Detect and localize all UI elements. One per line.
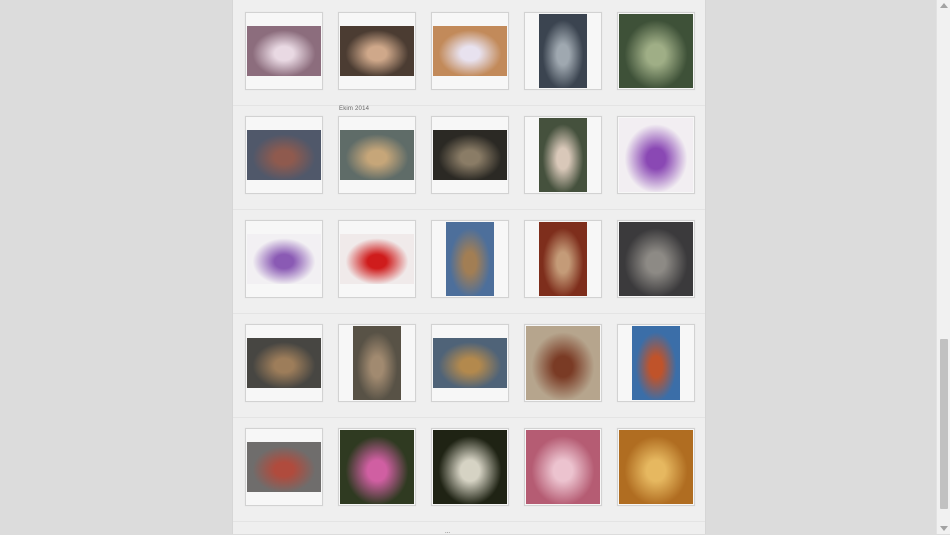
photo-thumbnail[interactable]: [524, 428, 602, 506]
pink-tulip-photo: [340, 430, 414, 504]
street-cars-photo: [247, 130, 321, 180]
row-divider: [233, 417, 705, 418]
woman-red-doorway-photo: [539, 222, 587, 296]
photo-thumbnail[interactable]: [617, 12, 695, 90]
blue-doorway-photo: [446, 222, 494, 296]
photo-thumbnail[interactable]: [245, 428, 323, 506]
photo-thumbnail[interactable]: [338, 220, 416, 298]
scroll-down-arrow-icon[interactable]: [940, 526, 948, 531]
photo-thumbnail[interactable]: [524, 116, 602, 194]
photo-thumbnail[interactable]: [338, 12, 416, 90]
baby-sleeping-photo: [247, 26, 321, 76]
purple-ribbon-photo: [619, 118, 693, 192]
photo-thumbnail[interactable]: [431, 428, 509, 506]
photo-thumbnail[interactable]: [617, 428, 695, 506]
photo-thumbnail[interactable]: [431, 220, 509, 298]
footer-text: ...: [445, 529, 451, 535]
gallery-page: Ekim 2014 ...: [232, 0, 706, 535]
old-woman-headscarf-photo: [539, 118, 587, 192]
photo-thumbnail[interactable]: [524, 220, 602, 298]
scroll-up-arrow-icon[interactable]: [940, 3, 948, 8]
vertical-scrollbar[interactable]: [936, 0, 950, 534]
ottoman-house-photo: [433, 338, 507, 388]
photo-thumbnail[interactable]: [245, 324, 323, 402]
blue-wall-door-photo: [632, 326, 680, 400]
street-buildings-photo: [539, 14, 587, 88]
football-goal-kids-photo: [340, 130, 414, 180]
turkish-flag-photo: [340, 234, 414, 284]
row-divider: [233, 521, 705, 522]
photo-thumbnail[interactable]: [338, 116, 416, 194]
photo-thumbnail[interactable]: [524, 12, 602, 90]
butterfly-flower-photo: [526, 430, 600, 504]
photo-thumbnail[interactable]: [617, 220, 695, 298]
wall-bicycle-photo: [526, 326, 600, 400]
photo-thumbnail[interactable]: [245, 220, 323, 298]
row-divider: [233, 209, 705, 210]
photo-thumbnail[interactable]: [338, 324, 416, 402]
photo-thumbnail[interactable]: [245, 12, 323, 90]
photo-thumbnail[interactable]: [617, 324, 695, 402]
photo-thumbnail[interactable]: [524, 324, 602, 402]
photo-thumbnail[interactable]: [617, 116, 695, 194]
photo-thumbnail[interactable]: [431, 324, 509, 402]
ship-interior-photo: [247, 338, 321, 388]
row-divider: [233, 105, 705, 106]
dandelion-photo: [433, 430, 507, 504]
purple-pattern-photo: [247, 234, 321, 284]
houses-reflection-photo: [247, 442, 321, 492]
green-swamp-photo: [619, 14, 693, 88]
newborn-basket-photo: [433, 26, 507, 76]
month-label: Ekim 2014: [339, 106, 370, 112]
branch-wall-photo: [619, 430, 693, 504]
old-man-sitting-photo: [619, 222, 693, 296]
photo-thumbnail[interactable]: [338, 428, 416, 506]
ruined-hall-photo: [353, 326, 401, 400]
row-divider: [233, 313, 705, 314]
photo-thumbnail[interactable]: [431, 12, 509, 90]
bicycle-dark-room-photo: [433, 130, 507, 180]
photo-thumbnail[interactable]: [245, 116, 323, 194]
scrollbar-thumb[interactable]: [940, 339, 948, 509]
photo-thumbnail[interactable]: [431, 116, 509, 194]
baby-face-photo: [340, 26, 414, 76]
